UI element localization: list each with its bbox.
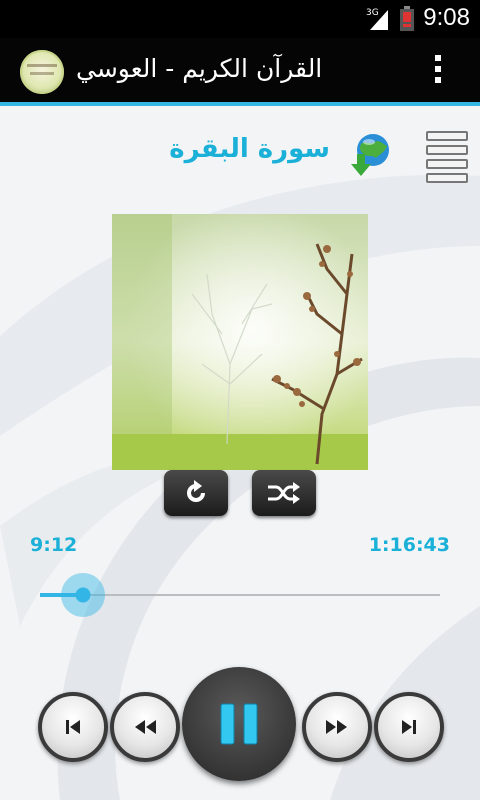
seek-bar[interactable]	[40, 573, 440, 617]
skip-previous-icon	[66, 720, 80, 734]
status-time: 9:08	[423, 4, 470, 31]
repeat-icon	[187, 480, 205, 502]
next-button[interactable]	[374, 692, 444, 762]
total-time: 1:16:43	[368, 534, 450, 556]
previous-button[interactable]	[38, 692, 108, 762]
app-logo-icon[interactable]	[20, 50, 64, 94]
fast-forward-icon	[326, 720, 347, 734]
battery-icon	[400, 6, 414, 36]
status-bar: 3G 9:08	[0, 0, 480, 38]
seek-thumb[interactable]	[61, 573, 106, 617]
rewind-icon	[135, 720, 156, 734]
album-artwork	[112, 214, 368, 470]
current-time: 9:12	[30, 534, 78, 556]
surah-title: سورة البقرة	[169, 134, 330, 164]
app-title: القرآن الكريم - العوسي	[76, 54, 323, 83]
rewind-button[interactable]	[110, 692, 180, 762]
playlist-list-icon[interactable]	[426, 131, 468, 183]
overflow-menu-icon[interactable]	[428, 50, 448, 90]
action-bar: القرآن الكريم - العوسي	[0, 38, 480, 106]
svg-text:3G: 3G	[366, 8, 379, 18]
fast-forward-button[interactable]	[302, 692, 372, 762]
globe-download-icon[interactable]	[348, 132, 394, 178]
shuffle-icon	[268, 482, 300, 504]
shuffle-button[interactable]	[252, 470, 316, 516]
skip-next-icon	[402, 720, 416, 734]
repeat-button[interactable]	[164, 470, 228, 516]
signal-3g-icon: 3G	[366, 6, 392, 36]
pause-icon	[220, 703, 258, 745]
pause-button[interactable]	[182, 667, 296, 781]
